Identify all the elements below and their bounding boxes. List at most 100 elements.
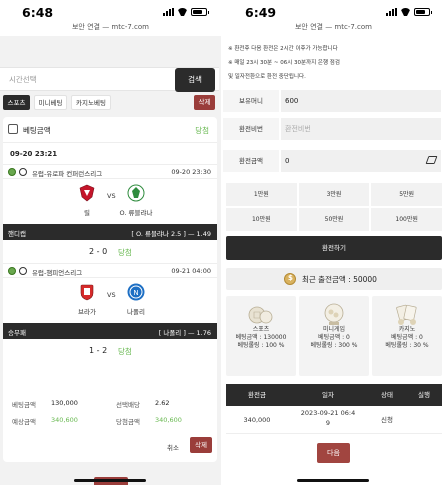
url-text: 보안 연결 — mtc-7.com: [294, 23, 372, 31]
date-select-input[interactable]: 시간선택: [9, 74, 37, 85]
next-page-button[interactable]: 다음: [317, 443, 350, 463]
notice-line: 및 일자전환으로 환전 중단됩니다.: [228, 74, 306, 80]
teams-row: 브라가 VS N 나폴리: [3, 277, 217, 321]
game-score: 2 - 0: [89, 247, 108, 256]
column-header-amount: 환전금: [248, 391, 266, 399]
coin-icon: [284, 273, 296, 285]
rolling-card-amount: 베팅금액 : 130000: [235, 334, 287, 341]
game-result: 당첨: [118, 347, 132, 356]
rolling-card-text: 미니게임 베팅금액 : 0 베팅롤링 : 300 %: [299, 326, 369, 350]
quick-amount-button[interactable]: 5만원: [371, 183, 442, 206]
holding-money-label: 보유머니: [223, 90, 279, 112]
quick-amount-button[interactable]: 1만원: [226, 183, 297, 206]
rolling-card-rolling: 베팅롤링 : 30 %: [385, 342, 429, 349]
bet-pick-bar: 핸디캡 [ O. 류블랴나 2.5 ] — 1.49: [3, 224, 217, 240]
url-bar[interactable]: 보안 연결 — mtc-7.com: [223, 22, 444, 36]
lottery-balls-icon: [324, 303, 344, 325]
status-icons: [163, 8, 209, 16]
rolling-cards: 스포츠 베팅금액 : 130000 베팅롤링 : 100 % 미니게임 베팅금액…: [226, 296, 442, 376]
summary-row: 예상금액 340,600 당첨금액 340,600: [3, 416, 217, 430]
olimpija-logo-icon: [127, 184, 145, 202]
game-score: 1 - 2: [89, 346, 108, 355]
bet-pick: [ O. 류블랴나 2.5 ] — 1.49: [131, 230, 211, 238]
quick-amount-button[interactable]: 10만원: [226, 208, 297, 231]
table-row: 340,000 2023-09-21 06:4 9 신청: [226, 406, 442, 434]
exchange-button[interactable]: 환전하기: [226, 236, 442, 260]
status-bar: 6:48: [0, 0, 221, 24]
row-status: 신청: [381, 416, 393, 424]
exchange-password-label: 환전비번: [223, 118, 279, 140]
rolling-card-amount: 베팅금액 : 0: [318, 334, 350, 341]
notice-list: ※ 환전후 다음 환전은 2시간 이후가 가능합니다 ※ 매일 23시 30분 …: [228, 42, 439, 84]
wifi-icon: [177, 8, 188, 16]
delete-button[interactable]: 삭제: [190, 437, 212, 453]
lille-logo-icon: [79, 184, 95, 202]
quick-amount-button[interactable]: 100만원: [371, 208, 442, 231]
score-row: 1 - 2 당첨: [3, 342, 217, 360]
card-actions: 취소 삭제: [3, 435, 217, 457]
recent-exchange-text: 최근 출전금액 : 50000: [302, 275, 377, 284]
score-row: 2 - 0 당첨: [3, 243, 217, 261]
win-amount-label: 당첨금액: [116, 418, 140, 426]
exchange-table-header: 환전금 일자 상태 실행: [226, 384, 442, 406]
signal-icon: [386, 8, 397, 16]
quick-amount-button[interactable]: 50만원: [298, 208, 370, 231]
holding-money-row: 보유머니 600: [223, 90, 444, 112]
column-header-date: 일자: [322, 391, 334, 399]
status-icons: [386, 8, 432, 16]
wifi-icon: [400, 8, 411, 16]
bet-amount-label: 베팅금액: [12, 401, 36, 409]
league-name: 유럽-유로파 컨퍼런스리그: [32, 170, 103, 178]
exchange-amount-row: 환전금액 0: [223, 150, 444, 172]
url-bar[interactable]: 보안 연결 — mtc-7.com: [0, 22, 221, 36]
left-screen: 6:48 보안 연결 — mtc-7.com 시간선택 검색 스포츠 미니베팅 …: [0, 0, 221, 485]
battery-icon: [191, 8, 209, 16]
flag-icon: [19, 267, 27, 275]
bet-result-badge: 당첨: [195, 126, 209, 135]
rolling-card-text: 스포츠 베팅금액 : 130000 베팅롤링 : 100 %: [226, 326, 296, 350]
row-date-line: 9: [325, 419, 331, 427]
soccer-icon: [8, 168, 16, 176]
league-name: 유럽-챔피언스리그: [32, 269, 83, 277]
game-time: 09-20 23:30: [171, 168, 211, 176]
game-time: 09-21 04:00: [171, 267, 211, 275]
quick-amount-button[interactable]: 3만원: [298, 183, 370, 206]
rolling-card-rolling: 베팅롤링 : 100 %: [237, 342, 285, 349]
vs-label: VS: [107, 291, 116, 299]
delete-all-button[interactable]: 삭제: [194, 95, 215, 110]
row-date-line: 2023-09-21 06:4: [300, 409, 356, 417]
notice-line: ※ 환전후 다음 환전은 2시간 이후가 가능합니다: [228, 46, 338, 52]
rolling-card-name: 스포츠: [252, 326, 270, 333]
rolling-card-rolling: 베팅롤링 : 300 %: [310, 342, 358, 349]
date-search-bar: 시간선택 검색: [0, 67, 219, 92]
tab-casino-bet[interactable]: 카지노베팅: [71, 95, 111, 110]
exchange-amount-input[interactable]: 0: [281, 150, 441, 172]
search-button[interactable]: 검색: [175, 68, 215, 92]
bet-date: 09-20 23:21: [10, 150, 58, 158]
soccer-icon: [8, 267, 16, 275]
win-amount-value: 340,600: [155, 416, 182, 424]
tab-sports[interactable]: 스포츠: [3, 95, 30, 110]
tab-mini-bet[interactable]: 미니베팅: [34, 95, 67, 110]
odds-value: 2.62: [155, 399, 170, 407]
bet-amount-value: 130,000: [51, 399, 78, 407]
expected-value: 340,600: [51, 416, 78, 424]
bet-pick: [ 나폴리 ] — 1.76: [158, 329, 211, 337]
select-checkbox[interactable]: [8, 124, 18, 134]
exchange-password-input[interactable]: 환전비번: [281, 118, 441, 140]
home-indicator: [74, 479, 146, 482]
url-text: 보안 연결 — mtc-7.com: [71, 23, 149, 31]
vs-label: VS: [107, 192, 116, 200]
casino-cards-icon: [396, 304, 417, 325]
right-screen: 6:49 보안 연결 — mtc-7.com ※ 환전후 다음 환전은 2시간 …: [223, 0, 444, 485]
league-row: 유럽-유로파 컨퍼런스리그 09-20 23:30: [3, 164, 217, 178]
sports-balls-icon: [248, 306, 273, 324]
cancel-button[interactable]: 취소: [167, 442, 179, 452]
exchange-password-row: 환전비번 환전비번: [223, 118, 444, 140]
teams-row: 릴 VS O. 류블랴나: [3, 178, 217, 222]
bet-card-header: 베팅금액 당첨: [3, 117, 217, 143]
home-indicator: [297, 479, 369, 482]
signal-icon: [163, 8, 174, 16]
recent-exchange-bar: 최근 출전금액 : 50000: [226, 268, 442, 290]
status-time: 6:48: [22, 5, 54, 20]
